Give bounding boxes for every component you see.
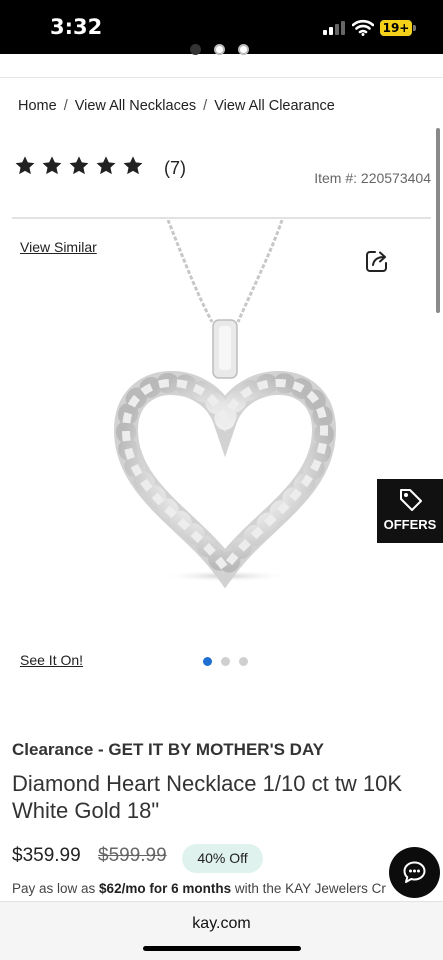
chat-icon: [403, 861, 426, 883]
see-it-on-link[interactable]: See It On!: [20, 652, 83, 668]
breadcrumb-necklaces[interactable]: View All Necklaces: [75, 98, 196, 114]
review-count[interactable]: (7): [164, 158, 186, 179]
financing-amount: $62/mo for 6 months: [99, 881, 232, 896]
wifi-icon: [352, 19, 374, 36]
product-title: Diamond Heart Necklace 1/10 ct tw 10K Wh…: [12, 771, 403, 823]
status-time: 3:32: [50, 15, 103, 39]
tag-icon: [400, 489, 422, 511]
breadcrumb-home[interactable]: Home: [18, 98, 57, 114]
offers-label: OFFERS: [383, 517, 437, 532]
share-icon[interactable]: [364, 248, 390, 274]
financing-suffix: with the KAY Jewelers Cr: [231, 881, 386, 896]
url-bar[interactable]: kay.com: [0, 915, 443, 933]
breadcrumb: Home / View All Necklaces / View All Clearan…: [18, 98, 335, 114]
product-image[interactable]: [100, 220, 350, 590]
view-similar-link[interactable]: View Similar: [20, 239, 97, 255]
original-price: $599.99: [98, 845, 167, 866]
promo-label: Clearance - GET IT BY MOTHER'S DAY: [12, 740, 325, 759]
battery-icon: 19+: [380, 20, 412, 36]
star-icon: [69, 156, 89, 175]
pagination-dot[interactable]: [203, 657, 212, 666]
pagination-dot[interactable]: [239, 657, 248, 666]
browser-bottom-bar: kay.com: [0, 901, 443, 960]
star-icon: [42, 156, 62, 175]
battery-tip: [413, 25, 416, 31]
header-divider: [0, 77, 443, 78]
star-icon: [96, 156, 116, 175]
sale-price: $359.99: [12, 845, 81, 866]
breadcrumb-clearance[interactable]: View All Clearance: [214, 98, 335, 114]
financing-prefix: Pay as low as: [12, 881, 100, 896]
pagination-dot[interactable]: [221, 657, 230, 666]
financing-text: Pay as low as $62/mo for 6 months with t…: [12, 881, 396, 896]
home-indicator[interactable]: [143, 946, 301, 951]
star-icon: [15, 156, 35, 175]
rating-divider: [12, 217, 431, 219]
star-icon: [123, 156, 143, 175]
item-number: Item #: 220573404: [314, 170, 431, 186]
cellular-signal-icon: [323, 21, 347, 35]
offers-button[interactable]: OFFERS: [377, 479, 443, 543]
discount-badge: 40% Off: [182, 844, 263, 873]
breadcrumb-separator: /: [203, 98, 208, 114]
chat-button[interactable]: [389, 847, 440, 898]
breadcrumb-separator: /: [63, 98, 68, 114]
scrollbar[interactable]: [436, 128, 440, 313]
